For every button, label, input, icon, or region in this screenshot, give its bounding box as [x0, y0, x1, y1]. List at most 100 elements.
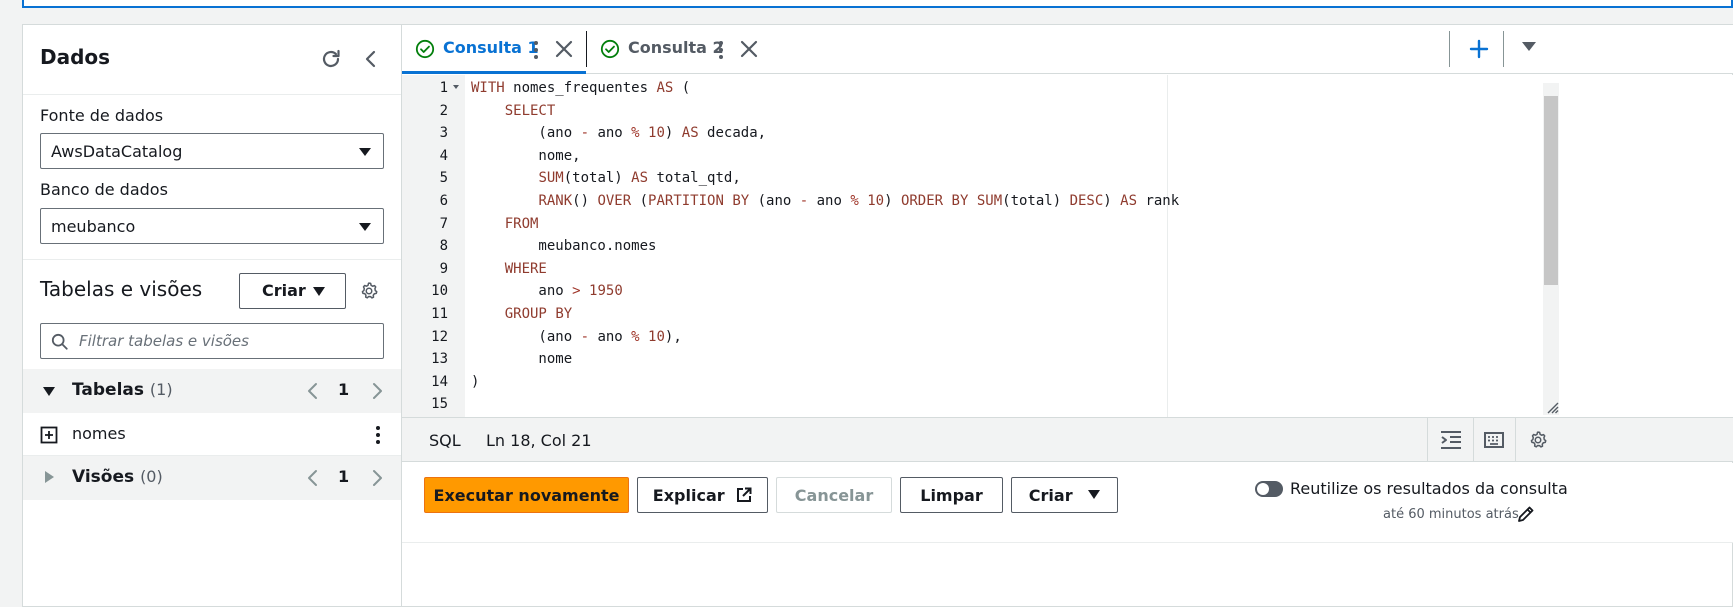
toolbar-divider	[1449, 31, 1450, 67]
table-item-nomes[interactable]: nomes	[23, 414, 401, 456]
query-tabs: Consulta 1 Consulta 2	[402, 25, 1733, 74]
code-line[interactable]: SELECT	[471, 103, 556, 119]
reuse-results-window: até 60 minutos atrás	[1383, 507, 1519, 522]
explain-button[interactable]: Explicar	[637, 477, 768, 513]
chevron-left-icon[interactable]	[303, 468, 323, 488]
reuse-results-label: Reutilize os resultados da consulta	[1290, 479, 1568, 498]
line-number: 3	[439, 125, 448, 142]
create-button-label: Criar	[262, 281, 306, 300]
toolbar-divider	[1503, 31, 1504, 67]
data-panel-header: Dados	[23, 25, 401, 95]
views-group-row[interactable]: Visões (0) 1	[23, 456, 401, 500]
code-line[interactable]: )	[471, 374, 479, 390]
tables-group-row[interactable]: Tabelas (1) 1	[23, 369, 401, 413]
tables-group-label: Tabelas	[72, 380, 144, 400]
database-value: meubanco	[51, 217, 136, 236]
print-margin	[1167, 75, 1168, 417]
data-source-value: AwsDataCatalog	[51, 142, 183, 161]
more-options-icon[interactable]	[372, 425, 384, 445]
data-panel-title: Dados	[40, 45, 111, 69]
code-line[interactable]: WHERE	[471, 261, 547, 277]
editor-status-bar: SQL Ln 18, Col 21	[402, 417, 1733, 462]
add-tab-icon[interactable]	[1468, 38, 1490, 60]
caret-down-icon	[313, 287, 325, 296]
fold-arrow-icon[interactable]	[453, 85, 459, 89]
query-editor-panel: Consulta 1 Consulta 2 1 2 3 4 5 6 7 8 9 …	[401, 24, 1733, 607]
create-label: Criar	[1028, 486, 1073, 505]
tab-consulta-1[interactable]: Consulta 1	[402, 25, 586, 74]
caret-down-icon	[1088, 490, 1101, 499]
tab-consulta-2[interactable]: Consulta 2	[587, 25, 767, 74]
line-number: 13	[431, 351, 448, 368]
line-number: 8	[439, 238, 448, 255]
run-again-button[interactable]: Executar novamente	[424, 477, 629, 513]
close-icon[interactable]	[740, 40, 758, 58]
table-name[interactable]: nomes	[72, 424, 126, 443]
code-line[interactable]: FROM	[471, 216, 539, 232]
data-source-select[interactable]: AwsDataCatalog	[40, 133, 384, 169]
edit-pencil-icon[interactable]	[1517, 505, 1535, 523]
reuse-results-toggle[interactable]	[1255, 481, 1283, 497]
filter-tables-field[interactable]	[40, 323, 384, 359]
editor-scrollbar-thumb[interactable]	[1544, 96, 1558, 285]
caret-down-icon	[359, 223, 371, 231]
collapse-panel-icon[interactable]	[359, 47, 383, 71]
caret-down-icon[interactable]	[43, 387, 55, 396]
clear-button[interactable]: Limpar	[900, 477, 1003, 513]
filter-tables-input[interactable]	[77, 330, 373, 352]
gear-icon[interactable]	[359, 281, 379, 301]
code-line[interactable]: (ano - ano % 10),	[471, 329, 681, 345]
editor-language: SQL	[429, 431, 461, 450]
refresh-icon[interactable]	[319, 47, 343, 71]
line-number: 11	[431, 306, 448, 322]
tab-label: Consulta 1	[443, 38, 539, 57]
tab-options-icon[interactable]	[717, 40, 725, 60]
check-circle-icon	[415, 39, 435, 59]
format-query-icon[interactable]	[1440, 430, 1462, 450]
status-divider	[1427, 418, 1428, 461]
views-count: (0)	[140, 467, 163, 486]
tab-label: Consulta 2	[628, 38, 724, 57]
tab-options-icon[interactable]	[532, 40, 540, 60]
database-select[interactable]: meubanco	[40, 208, 384, 244]
create-button[interactable]: Criar	[1011, 477, 1118, 513]
expand-plus-icon[interactable]	[40, 426, 58, 444]
chevron-left-icon[interactable]	[303, 381, 323, 401]
code-line[interactable]: GROUP BY	[471, 306, 572, 322]
views-page-number: 1	[338, 467, 350, 486]
code-line[interactable]: nome	[471, 351, 572, 367]
resize-handle-icon[interactable]	[1547, 402, 1559, 414]
tabs-menu-icon[interactable]	[1522, 42, 1536, 51]
code-line[interactable]: nome,	[471, 148, 580, 164]
caret-right-icon[interactable]	[45, 471, 54, 483]
line-number: 7	[439, 215, 448, 232]
divider	[23, 259, 401, 260]
code-line[interactable]: RANK() OVER (PARTITION BY (ano - ano % 1…	[471, 193, 1179, 209]
views-group-label: Visões	[72, 467, 135, 487]
database-label: Banco de dados	[40, 180, 168, 199]
line-number: 2	[439, 102, 448, 119]
line-number: 1	[439, 80, 448, 96]
code-line[interactable]: (ano - ano % 10) AS decada,	[471, 125, 766, 141]
line-number: 14	[431, 373, 448, 390]
status-divider	[1473, 418, 1474, 461]
code-line[interactable]: WITH nomes_frequentes AS (	[471, 80, 690, 96]
code-line[interactable]: ano > 1950	[471, 283, 622, 299]
tables-count: (1)	[149, 380, 173, 399]
chevron-right-icon[interactable]	[367, 468, 387, 488]
sql-editor[interactable]: 1 2 3 4 5 6 7 8 9 10 11 12 13 14 15 WITH nomes_frequen…	[402, 75, 1733, 417]
chevron-right-icon[interactable]	[367, 381, 387, 401]
keyboard-shortcuts-icon[interactable]	[1483, 430, 1505, 450]
status-divider	[1515, 418, 1516, 461]
caret-down-icon	[359, 148, 371, 156]
create-table-button[interactable]: Criar	[239, 273, 346, 309]
cancel-label: Cancelar	[794, 486, 874, 505]
tables-page-number: 1	[338, 380, 350, 399]
external-link-icon	[737, 487, 752, 502]
editor-settings-gear-icon[interactable]	[1527, 430, 1549, 450]
cancel-button[interactable]: Cancelar	[776, 477, 892, 513]
close-icon[interactable]	[555, 40, 573, 58]
check-circle-icon	[600, 39, 620, 59]
code-line[interactable]: meubanco.nomes	[471, 238, 656, 254]
code-line[interactable]: SUM(total) AS total_qtd,	[471, 170, 740, 186]
